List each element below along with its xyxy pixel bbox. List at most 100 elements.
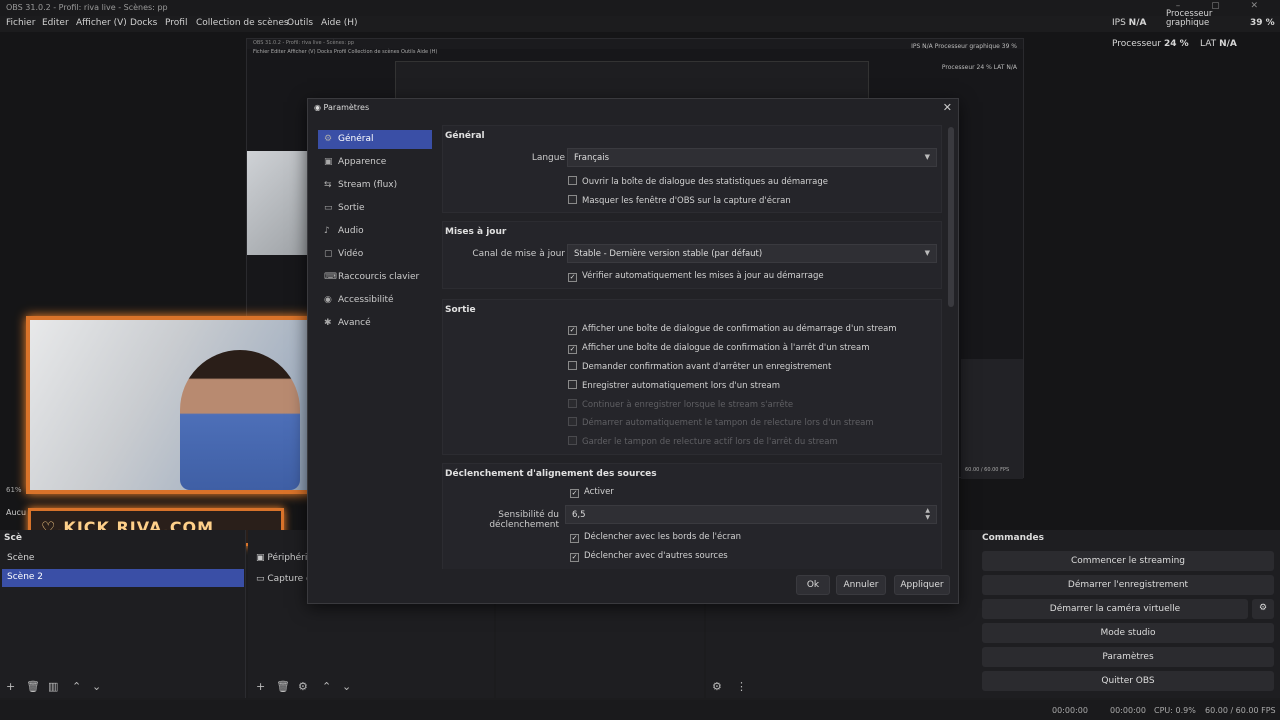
webcam-overlay bbox=[26, 316, 332, 494]
sensitivity-spinbox[interactable]: 6,5 ▲ ▼ bbox=[565, 505, 937, 524]
settings-dialog: ◉ Paramètres ✕ ⚙ Général ▣ Apparence ⇆ Stre… bbox=[307, 98, 959, 604]
checkbox-icon bbox=[568, 380, 577, 389]
menu-docks[interactable]: Docks bbox=[130, 18, 157, 28]
sidebar-item-stream[interactable]: ⇆ Stream (flux) bbox=[318, 176, 432, 195]
menu-editer[interactable]: Editer bbox=[42, 18, 69, 28]
add-icon[interactable]: + bbox=[256, 680, 265, 693]
close-icon[interactable]: ✕ bbox=[943, 101, 952, 114]
start-recording-button[interactable]: Démarrer l'enregistrement bbox=[982, 575, 1274, 595]
snapping-header: Déclenchement d'alignement des sources bbox=[445, 469, 657, 479]
display-icon: ▭ bbox=[256, 574, 268, 584]
down-icon[interactable]: ⌄ bbox=[342, 680, 351, 693]
stream-time: 00:00:00 bbox=[1052, 706, 1088, 715]
snap-other-sources-checkbox[interactable]: ✓ Déclencher avec d'autres sources bbox=[570, 551, 728, 562]
scene-item-selected[interactable]: Scène 2 bbox=[2, 569, 244, 587]
confirm-stop-recording-checkbox[interactable]: Demander confirmation avant d'arrêter un… bbox=[568, 361, 831, 372]
confirm-stop-stream-checkbox[interactable]: ✓ Afficher une boîte de dialogue de confi… bbox=[568, 343, 870, 354]
sidebar-item-accessibility[interactable]: ◉ Accessibilité bbox=[318, 291, 432, 310]
confirm-start-stream-checkbox[interactable]: ✓ Afficher une boîte de dialogue de confi… bbox=[568, 324, 897, 335]
down-icon[interactable]: ⌄ bbox=[92, 680, 101, 693]
gear-icon[interactable]: ⚙ bbox=[712, 680, 722, 693]
sidebar-item-hotkeys[interactable]: ⌨Raccourcis clavier bbox=[318, 268, 432, 287]
menu-fichier[interactable]: Fichier bbox=[6, 18, 35, 28]
language-select[interactable]: Français ▼ bbox=[567, 148, 937, 167]
webcam-person-image bbox=[180, 350, 300, 490]
chevron-down-icon: ▼ bbox=[924, 249, 930, 257]
menu-bar: Fichier Editer Afficher (V) Docks Profil… bbox=[0, 16, 1280, 32]
hide-obs-capture-checkbox[interactable]: Masquer les fenêtre d'OBS sur la capture… bbox=[568, 195, 791, 206]
auto-update-checkbox[interactable]: ✓ Vérifier automatiquement les mises à jo… bbox=[568, 271, 824, 282]
menu-profil[interactable]: Profil bbox=[165, 18, 187, 28]
gear-icon[interactable]: ⚙ bbox=[298, 680, 308, 693]
sidebar-item-appearance[interactable]: ▣ Apparence bbox=[318, 153, 432, 172]
up-icon[interactable]: ⌃ bbox=[322, 680, 331, 693]
scene-item[interactable]: Scène bbox=[2, 550, 244, 568]
spin-arrows-icon[interactable]: ▲ ▼ bbox=[925, 507, 930, 521]
more-icon[interactable]: ⋮ bbox=[736, 680, 747, 693]
auto-replay-buffer-checkbox[interactable]: Démarrer automatiquement le tampon de re… bbox=[568, 417, 874, 428]
checkbox-icon bbox=[568, 176, 577, 185]
gear-icon[interactable]: ⚙ bbox=[1252, 599, 1274, 619]
sidebar-item-output[interactable]: ▭ Sortie bbox=[318, 199, 432, 218]
settings-button[interactable]: Paramètres bbox=[982, 647, 1274, 667]
start-virtual-camera-button[interactable]: Démarrer la caméra virtuelle bbox=[982, 599, 1248, 619]
output-header: Sortie bbox=[445, 305, 476, 315]
menu-outils[interactable]: Outils bbox=[287, 18, 313, 28]
gpu-stat-value: 39 % bbox=[1250, 18, 1275, 28]
ips-stat: IPS N/A bbox=[1112, 18, 1147, 28]
update-channel-select[interactable]: Stable - Dernière version stable (par dé… bbox=[567, 244, 937, 263]
nested-stats: IPS N/A Processeur graphique 39 % Proces… bbox=[911, 43, 1017, 71]
audio-icon: ♪ bbox=[324, 226, 330, 236]
updates-header: Mises à jour bbox=[445, 227, 507, 237]
menu-afficher[interactable]: Afficher (V) bbox=[76, 18, 127, 28]
quit-button[interactable]: Quitter OBS bbox=[982, 671, 1274, 691]
trash-icon[interactable]: 🗑 bbox=[276, 680, 290, 693]
language-label: Langue bbox=[531, 153, 565, 163]
add-icon[interactable]: + bbox=[6, 680, 15, 693]
nested-camera bbox=[247, 151, 307, 255]
cancel-button[interactable]: Annuler bbox=[836, 575, 886, 595]
checkbox-icon bbox=[568, 361, 577, 370]
snapping-group: Déclenchement d'alignement des sources ✓… bbox=[442, 463, 942, 569]
gpu-stat-label: Processeur graphique bbox=[1166, 9, 1213, 28]
stats-on-startup-checkbox[interactable]: Ouvrir la boîte de dialogue des statisti… bbox=[568, 176, 828, 187]
nested-inner-window bbox=[395, 61, 869, 101]
commands-dock: Commandes Commencer le streaming Démarre… bbox=[978, 530, 1280, 698]
studio-mode-button[interactable]: Mode studio bbox=[982, 623, 1274, 643]
video-icon: ▢ bbox=[324, 249, 333, 259]
cpu-usage: CPU: 0.9% bbox=[1154, 706, 1196, 715]
update-channel-label: Canal de mise à jour bbox=[472, 249, 565, 259]
check-icon: ✓ bbox=[570, 534, 579, 543]
sidebar-item-general[interactable]: ⚙ Général bbox=[318, 130, 432, 149]
dialog-title: ◉ Paramètres bbox=[314, 103, 370, 112]
snapping-enable-checkbox[interactable]: ✓ Activer bbox=[570, 487, 614, 498]
checkbox-icon bbox=[568, 195, 577, 204]
source-item[interactable]: ▭ Capture d bbox=[256, 574, 312, 584]
start-streaming-button[interactable]: Commencer le streaming bbox=[982, 551, 1274, 571]
source-item[interactable]: ▣ Périphéri bbox=[256, 553, 307, 563]
record-time: 00:00:00 bbox=[1110, 706, 1146, 715]
settings-scrollbar[interactable] bbox=[948, 127, 954, 307]
ok-button[interactable]: Ok bbox=[796, 575, 830, 595]
zoom-label: 61% bbox=[6, 486, 22, 494]
filter-icon[interactable]: ▥ bbox=[48, 680, 58, 693]
nested-fps: 60.00 / 60.00 FPS bbox=[965, 467, 1010, 473]
checkbox-icon bbox=[568, 436, 577, 445]
auto-record-checkbox[interactable]: Enregistrer automatiquement lors d'un st… bbox=[568, 380, 780, 391]
check-icon: ✓ bbox=[568, 345, 577, 354]
up-icon[interactable]: ⌃ bbox=[72, 680, 81, 693]
commands-header: Commandes bbox=[982, 533, 1044, 543]
keep-replay-buffer-checkbox[interactable]: Garder le tampon de relecture actif lors… bbox=[568, 436, 838, 447]
keep-recording-checkbox[interactable]: Continuer à enregistrer lorsque le strea… bbox=[568, 399, 793, 410]
trash-icon[interactable]: 🗑 bbox=[26, 680, 40, 693]
sidebar-item-audio[interactable]: ♪ Audio bbox=[318, 222, 432, 241]
snap-screen-edges-checkbox[interactable]: ✓ Déclencher avec les bords de l'écran bbox=[570, 532, 741, 543]
sidebar-item-advanced[interactable]: ✱ Avancé bbox=[318, 314, 432, 333]
nested-title: OBS 31.0.2 - Profil: riva live - Scènes:… bbox=[247, 39, 1023, 49]
sidebar-item-video[interactable]: ▢ Vidéo bbox=[318, 245, 432, 264]
apply-button[interactable]: Appliquer bbox=[894, 575, 950, 595]
menu-aide[interactable]: Aide (H) bbox=[321, 18, 358, 28]
accessibility-icon: ◉ bbox=[324, 295, 332, 305]
scenes-header: Scè bbox=[4, 533, 22, 543]
menu-collection[interactable]: Collection de scènes bbox=[196, 18, 289, 28]
